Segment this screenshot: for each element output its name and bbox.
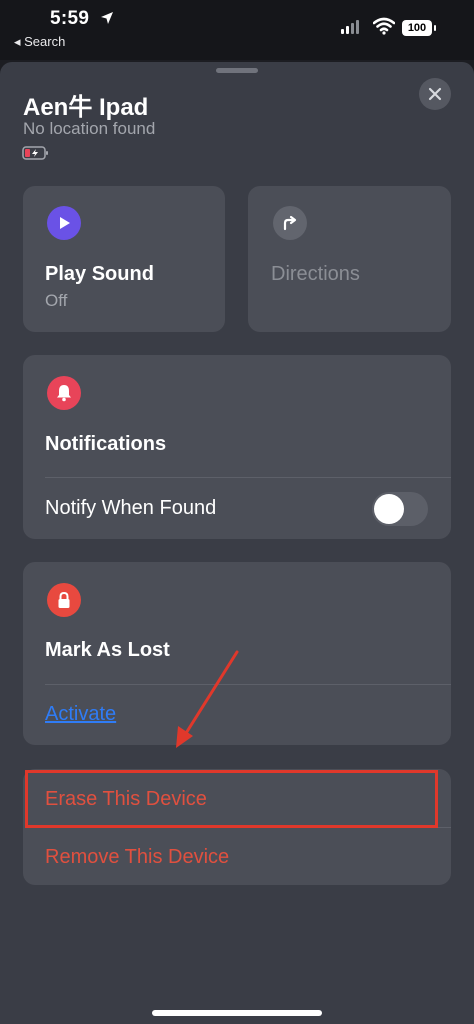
activate-lost-mode-link[interactable]: Activate bbox=[45, 703, 116, 726]
directions-card[interactable]: Directions bbox=[248, 186, 451, 332]
lock-icon bbox=[58, 591, 70, 608]
toggle-knob bbox=[374, 494, 404, 524]
close-button[interactable] bbox=[419, 78, 451, 110]
remove-this-device-button[interactable]: Remove This Device bbox=[45, 846, 229, 869]
bell-icon bbox=[57, 385, 71, 402]
wifi-icon bbox=[373, 17, 395, 35]
battery-level: 100 bbox=[407, 22, 427, 34]
battery-cap bbox=[434, 25, 436, 31]
notify-when-found-label: Notify When Found bbox=[45, 497, 217, 519]
play-sound-icon-circle bbox=[47, 206, 81, 240]
notifications-divider bbox=[45, 477, 451, 478]
notify-when-found-toggle[interactable] bbox=[372, 492, 428, 526]
erase-highlight-box bbox=[25, 770, 438, 828]
battery-low-icon bbox=[22, 146, 48, 160]
back-to-search-button[interactable]: ◂ Search bbox=[14, 34, 65, 50]
mark-as-lost-divider bbox=[45, 684, 451, 685]
close-icon bbox=[428, 87, 442, 101]
play-sound-status: Off bbox=[45, 291, 68, 310]
status-bar: 5:59 ◂ Search 100 bbox=[0, 0, 474, 60]
status-time: 5:59 bbox=[50, 8, 90, 29]
sheet-grabber[interactable] bbox=[216, 68, 258, 73]
device-name: Aen牛 Ipad bbox=[23, 94, 149, 121]
location-arrow-icon bbox=[101, 12, 113, 24]
battery-icon: 100 bbox=[402, 20, 432, 36]
mark-as-lost-title: Mark As Lost bbox=[45, 639, 170, 661]
signal-icon bbox=[341, 20, 359, 34]
device-detail-sheet: Aen牛 Ipad No location found Play Sound O… bbox=[0, 62, 474, 1024]
play-sound-title: Play Sound bbox=[45, 263, 154, 285]
directions-icon bbox=[283, 215, 297, 231]
notifications-card: Notifications Notify When Found bbox=[23, 355, 451, 539]
directions-icon-circle bbox=[273, 206, 307, 240]
home-indicator bbox=[152, 1010, 322, 1016]
notifications-icon-circle bbox=[47, 376, 81, 410]
play-icon bbox=[60, 217, 70, 229]
play-sound-card[interactable]: Play Sound Off bbox=[23, 186, 225, 332]
mark-as-lost-icon-circle bbox=[47, 583, 81, 617]
notifications-title: Notifications bbox=[45, 433, 167, 455]
location-status: No location found bbox=[23, 119, 156, 138]
mark-as-lost-card: Mark As Lost Activate bbox=[23, 562, 451, 745]
directions-title: Directions bbox=[271, 263, 360, 285]
